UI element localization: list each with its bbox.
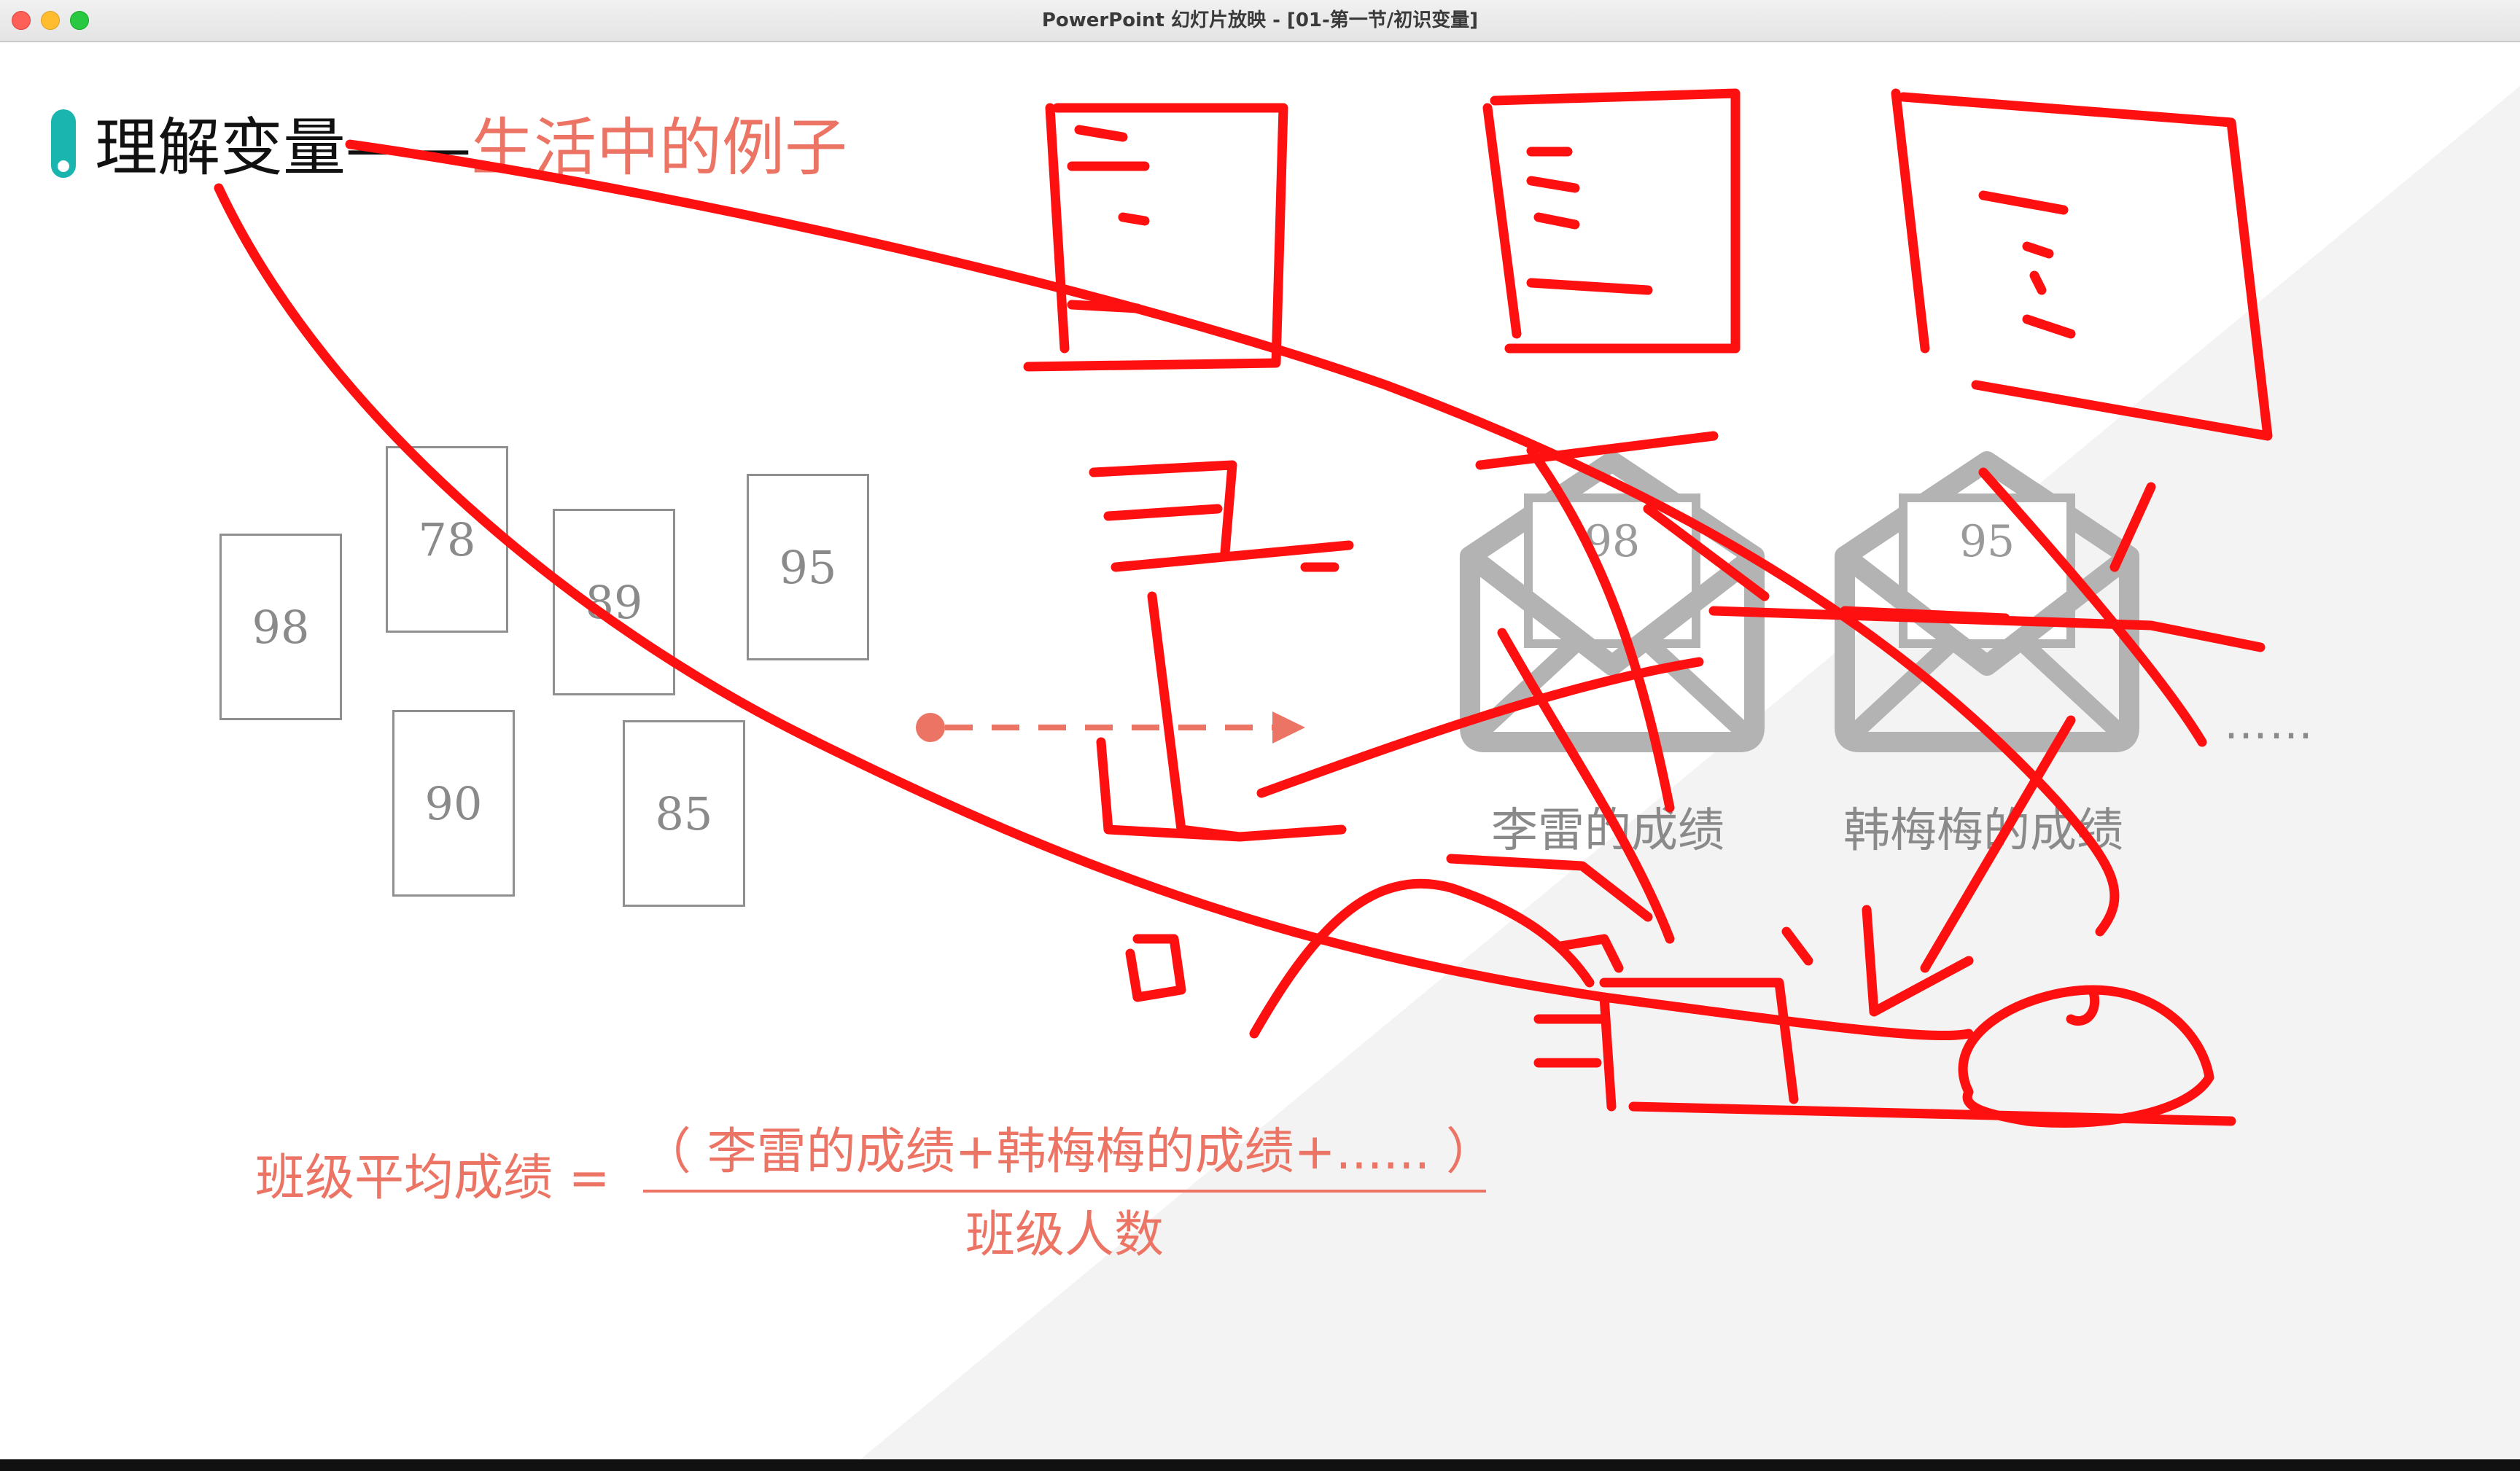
envelope-icon bbox=[1460, 451, 1765, 752]
envelope-label-hanmeimei: 韩梅梅的成绩 bbox=[1843, 804, 2123, 858]
slide-canvas[interactable]: 理解变量——生活中的例子 98 78 89 95 90 85 98 李雷的成绩 bbox=[0, 42, 2520, 1459]
envelope-hanmeimei: 95 bbox=[1830, 447, 2144, 753]
envelope-score: 98 bbox=[1584, 516, 1641, 567]
score-card: 89 bbox=[553, 509, 675, 695]
envelope-icon bbox=[1835, 451, 2139, 752]
score-card: 85 bbox=[623, 720, 745, 907]
bottom-edge bbox=[0, 1459, 2520, 1471]
title-bar[interactable]: PowerPoint 幻灯片放映 - [01-第一节/初识变量] bbox=[0, 0, 2520, 42]
more-ellipsis: …… bbox=[2224, 698, 2314, 749]
dashed-arrow-icon bbox=[916, 711, 1305, 744]
envelope-score: 95 bbox=[1959, 516, 2015, 567]
score-card: 98 bbox=[219, 534, 342, 720]
score-card: 78 bbox=[386, 446, 508, 633]
score-card: 95 bbox=[747, 474, 869, 660]
envelope-lilei: 98 bbox=[1455, 447, 1769, 753]
window-title: PowerPoint 幻灯片放映 - [01-第一节/初识变量] bbox=[1041, 9, 1479, 31]
slide-heading: 理解变量——生活中的例子 bbox=[95, 108, 847, 188]
formula-denominator: 班级人数 bbox=[965, 1206, 1164, 1264]
score-card: 90 bbox=[392, 710, 515, 897]
heading-dash: —— bbox=[346, 112, 471, 184]
heading-main: 理解变量 bbox=[95, 112, 346, 184]
envelope-label-lilei: 李雷的成绩 bbox=[1491, 804, 1724, 858]
heading-marker-icon bbox=[51, 109, 76, 178]
presentation-window: PowerPoint 幻灯片放映 - [01-第一节/初识变量] 理解变量——生… bbox=[0, 0, 2520, 1471]
heading-subtitle: 生活中的例子 bbox=[471, 112, 847, 184]
formula-numerator: （ 李雷的成绩+韩梅梅的成绩+...... ） bbox=[642, 1123, 1496, 1181]
fraction-bar bbox=[643, 1190, 1486, 1193]
formula-left-side: 班级平均成绩 = bbox=[255, 1150, 610, 1207]
